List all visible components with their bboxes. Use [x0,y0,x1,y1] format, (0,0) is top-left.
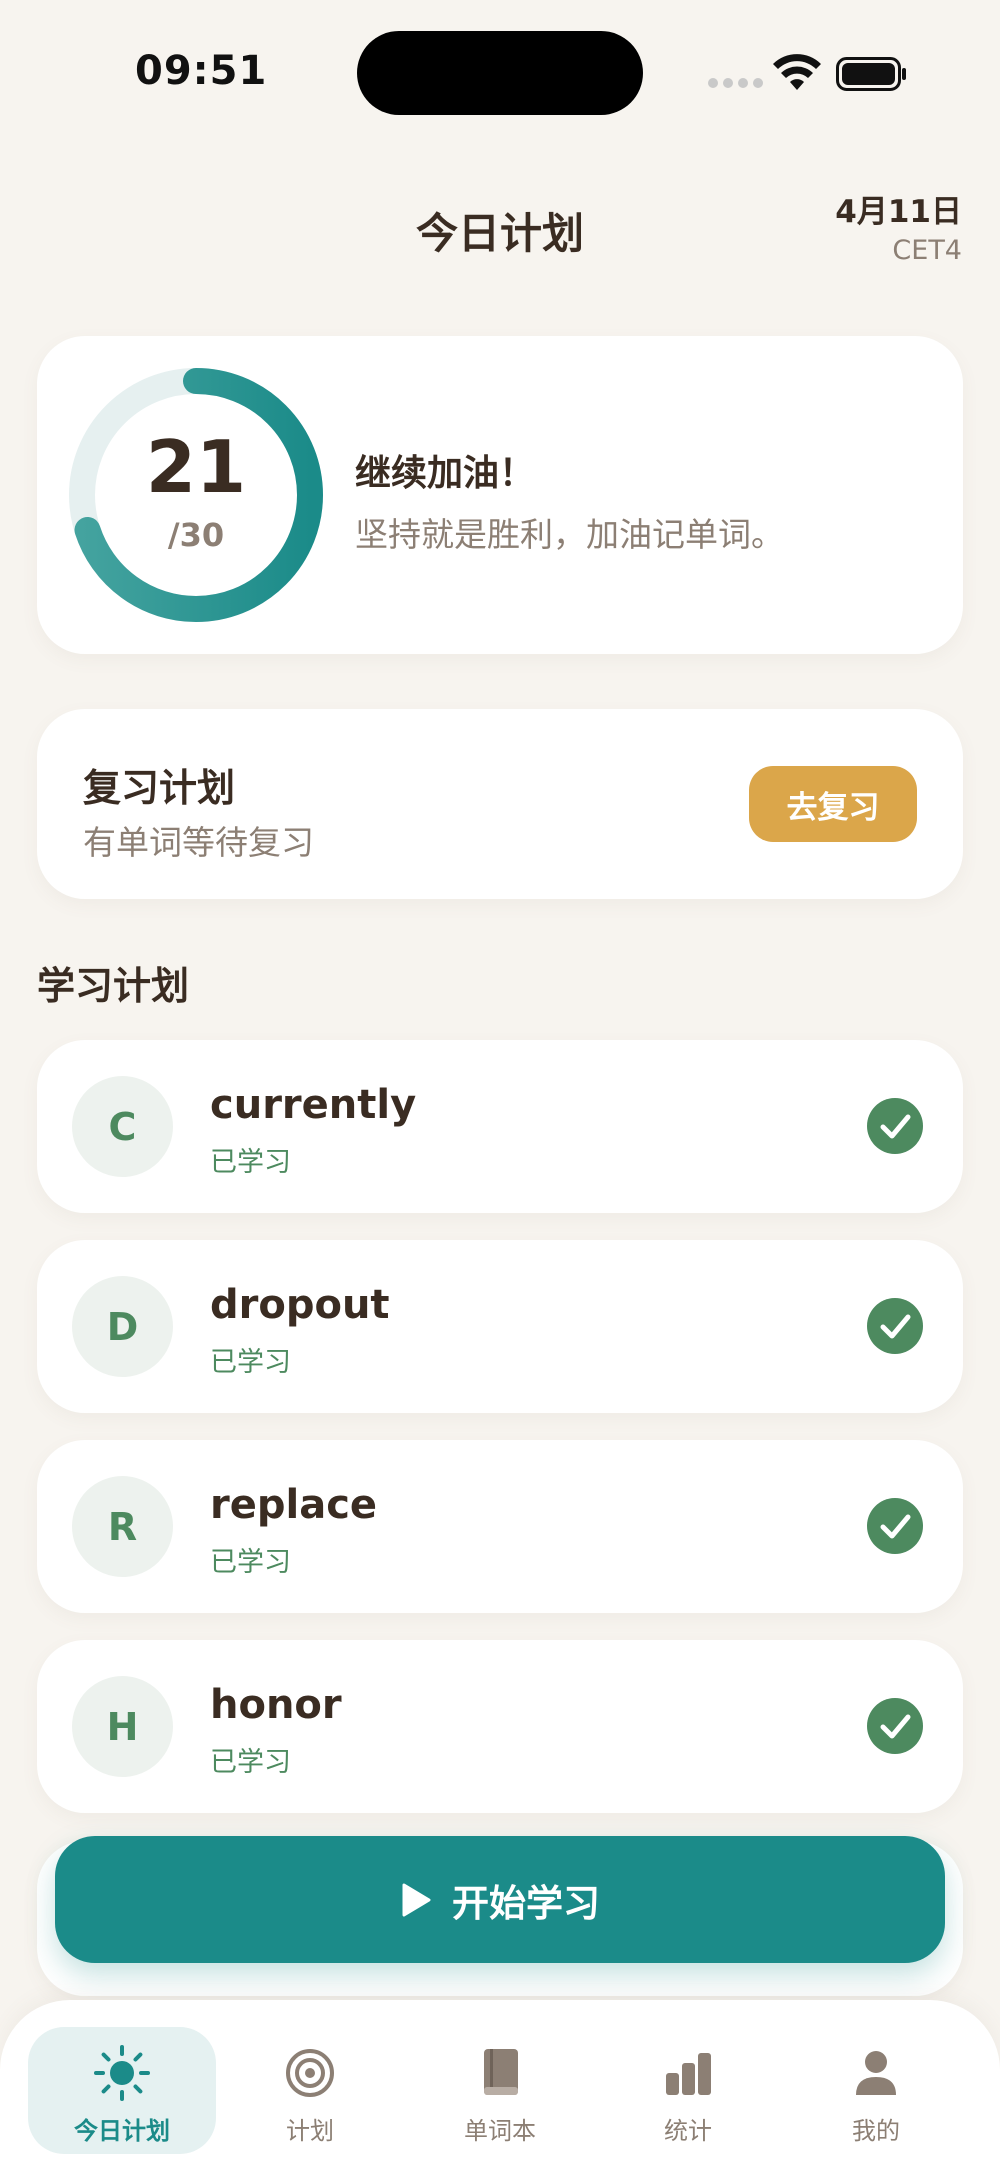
word-item[interactable]: D dropout 已学习 [37,1240,963,1413]
word-initial-avatar: R [72,1476,173,1577]
tab-wordbook[interactable]: 单词本 [406,2027,594,2154]
status-bar: 09:51 [0,0,1000,150]
word-text: currently [210,1082,417,1128]
tab-profile[interactable]: 我的 [782,2027,970,2154]
start-learning-button[interactable]: 开始学习 [55,1836,945,1963]
motto-subtitle: 坚持就是胜利，加油记单词。 [355,515,784,554]
go-review-button[interactable]: 去复习 [749,766,917,842]
tab-label: 今日计划 [74,2117,170,2145]
progress-card: 21 /30 继续加油！ 坚持就是胜利，加油记单词。 [37,336,963,654]
word-status: 已学习 [210,1547,291,1578]
tab-label: 单词本 [464,2117,536,2145]
wifi-icon [773,54,821,90]
tab-label: 计划 [286,2117,334,2145]
tab-today-plan[interactable]: 今日计划 [28,2027,216,2154]
tab-label: 统计 [664,2117,712,2145]
check-circle-icon [867,1298,923,1354]
word-item[interactable]: H honor 已学习 [37,1640,963,1813]
learned-count: 21 [145,425,247,509]
play-icon [402,1883,431,1916]
review-subtitle: 有单词等待复习 [83,823,314,862]
sun-icon [94,2045,150,2101]
word-text: dropout [210,1282,390,1328]
review-title: 复习计划 [83,766,236,810]
person-icon [856,2051,896,2095]
word-initial-avatar: C [72,1076,173,1177]
word-item[interactable]: R replace 已学习 [37,1440,963,1613]
word-text: honor [210,1682,342,1728]
header-level: CET4 [892,235,962,266]
word-initial-avatar: H [72,1676,173,1777]
word-item[interactable]: C currently 已学习 [37,1040,963,1213]
check-circle-icon [867,1698,923,1754]
tab-plan[interactable]: 计划 [216,2027,404,2154]
cellular-signal-icon [708,78,763,88]
study-section-title: 学习计划 [37,964,190,1008]
battery-icon [836,57,906,91]
check-circle-icon [867,1098,923,1154]
bar-chart-icon [666,2053,711,2095]
header-date: 4月11日 [835,194,962,230]
book-icon [484,2049,518,2095]
dynamic-island [357,31,643,115]
word-status: 已学习 [210,1147,291,1178]
check-circle-icon [867,1498,923,1554]
tab-statistics[interactable]: 统计 [594,2027,782,2154]
motto-title: 继续加油！ [355,453,536,494]
word-status: 已学习 [210,1347,291,1378]
status-time: 09:51 [135,48,268,94]
tab-bar: 今日计划 计划 单词本 统计 我的 [0,2000,1000,2173]
total-count: /30 [167,516,225,554]
word-initial-avatar: D [72,1276,173,1377]
word-status: 已学习 [210,1747,291,1778]
review-card: 复习计划 有单词等待复习 去复习 [37,709,963,899]
start-learning-label: 开始学习 [452,1881,600,1925]
word-text: replace [210,1482,378,1528]
target-icon [286,2049,334,2097]
tab-label: 我的 [852,2117,900,2145]
